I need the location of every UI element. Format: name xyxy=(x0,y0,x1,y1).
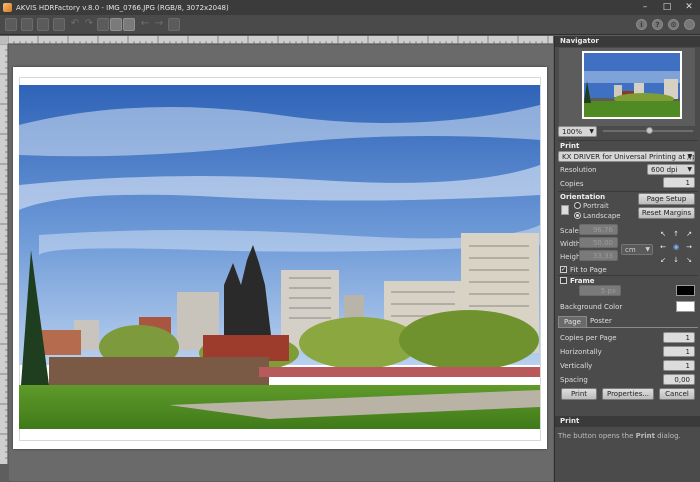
page-setup-button[interactable]: Page Setup xyxy=(638,193,695,205)
print-icon[interactable] xyxy=(37,18,49,31)
open-icon[interactable] xyxy=(5,18,17,31)
copies-label: Copies xyxy=(560,180,584,188)
height-field[interactable]: 33,33 xyxy=(579,250,618,261)
print-section-label: Print xyxy=(560,142,580,150)
align-top-left-icon[interactable]: ↖ xyxy=(659,230,667,238)
spacing-field[interactable]: 0,00 cm xyxy=(663,374,695,395)
forward-icon[interactable]: → xyxy=(153,18,165,31)
background-color-swatch[interactable] xyxy=(676,301,695,312)
resolution-dropdown[interactable]: 600 dpi ▼ xyxy=(647,164,695,175)
landscape-radio[interactable] xyxy=(574,212,581,219)
align-bottom-left-icon[interactable]: ↙ xyxy=(659,256,667,264)
preferences-icon[interactable] xyxy=(168,18,180,31)
window-title: AKVIS HDRFactory v.8.0 - IMG_0766.JPG (R… xyxy=(16,3,229,12)
tab-page[interactable]: Page xyxy=(558,316,587,327)
fit-to-page-label: Fit to Page xyxy=(570,266,607,274)
zoom-slider-knob[interactable] xyxy=(646,127,653,134)
user-icon[interactable] xyxy=(684,19,695,30)
divider xyxy=(558,275,698,276)
info-icon[interactable]: i xyxy=(636,19,647,30)
scale-label: Scale xyxy=(560,227,579,235)
printer-dropdown[interactable]: KX DRIVER for Universal Printing at //p.… xyxy=(558,151,695,162)
printer-name: KX DRIVER for Universal Printing at //p.… xyxy=(562,153,695,161)
landscape-label: Landscape xyxy=(583,212,621,220)
hint-header: Print xyxy=(555,416,700,427)
zoom-value: 100% xyxy=(562,128,583,136)
align-center-icon[interactable]: ◉ xyxy=(672,243,680,251)
portrait-label: Portrait xyxy=(583,202,609,210)
fit-to-page-checkbox[interactable]: ✓ xyxy=(560,266,567,273)
align-top-right-icon[interactable]: ↗ xyxy=(685,230,693,238)
print-mode-icon[interactable] xyxy=(123,18,135,31)
frame-color-swatch[interactable] xyxy=(676,285,695,296)
hint-text-bold: Print xyxy=(635,432,655,440)
batch-icon[interactable] xyxy=(53,18,65,31)
after-icon[interactable] xyxy=(110,18,122,31)
hint-text: The button opens the Print dialog. xyxy=(558,432,681,440)
vertically-label: Vertically xyxy=(560,362,593,370)
before-icon[interactable] xyxy=(97,18,109,31)
width-label: Width xyxy=(560,240,581,248)
spacing-label: Spacing xyxy=(560,376,588,384)
unit-dropdown[interactable]: cm ▼ xyxy=(621,244,653,255)
landscape-page-icon xyxy=(561,205,569,215)
frame-width-field[interactable]: 5 px xyxy=(579,285,621,296)
tab-poster[interactable]: Poster xyxy=(585,316,617,327)
chevron-down-icon: ▼ xyxy=(645,246,650,253)
navigator-thumbnail[interactable] xyxy=(582,51,682,119)
ruler-corner xyxy=(0,36,8,44)
unit-value: cm xyxy=(625,246,636,254)
properties-button[interactable]: Properties... xyxy=(602,388,654,400)
print-button[interactable]: Print xyxy=(561,388,597,400)
undo-icon[interactable]: ↶ xyxy=(69,18,81,31)
save-icon[interactable] xyxy=(21,18,33,31)
align-top-icon[interactable]: ↑ xyxy=(672,230,680,238)
scale-field[interactable]: 96,76 xyxy=(579,224,618,235)
frame-label: Frame xyxy=(570,277,595,285)
width-field[interactable]: 50,00 xyxy=(579,237,618,248)
divider xyxy=(558,140,698,141)
horizontally-label: Horizontally xyxy=(560,348,602,356)
back-icon[interactable]: ← xyxy=(139,18,151,31)
align-right-icon[interactable]: → xyxy=(685,243,693,251)
settings-panel: Navigator 100% ▼ Print KX DRIVER for Univ… xyxy=(554,36,700,482)
app-logo-icon xyxy=(3,3,12,12)
align-bottom-icon[interactable]: ↓ xyxy=(672,256,680,264)
frame-checkbox[interactable] xyxy=(560,277,567,284)
copies-per-page-label: Copies per Page xyxy=(560,334,617,342)
horizontally-field[interactable]: 1 xyxy=(663,346,695,357)
close-button[interactable]: ✕ xyxy=(678,0,700,15)
cancel-button[interactable]: Cancel xyxy=(659,388,695,400)
chevron-down-icon: ▼ xyxy=(687,153,692,160)
toolbar: ↶ ↷ ← → i ? ⚙ xyxy=(0,15,700,35)
maximize-button[interactable]: □ xyxy=(656,0,678,15)
zoom-dropdown[interactable]: 100% ▼ xyxy=(558,126,597,137)
align-bottom-right-icon[interactable]: ↘ xyxy=(685,256,693,264)
redo-icon[interactable]: ↷ xyxy=(83,18,95,31)
vertically-field[interactable]: 1 xyxy=(663,360,695,371)
orientation-label: Orientation xyxy=(560,193,606,201)
hint-text-part: The button opens the xyxy=(558,432,636,440)
chevron-down-icon: ▼ xyxy=(589,128,594,135)
reset-margins-button[interactable]: Reset Margins xyxy=(638,207,695,219)
navigator-box xyxy=(559,48,695,126)
hint-text-part: dialog. xyxy=(654,432,681,440)
vertical-ruler xyxy=(0,43,8,464)
title-bar: AKVIS HDRFactory v.8.0 - IMG_0766.JPG (R… xyxy=(0,0,700,15)
copies-field[interactable]: 1 xyxy=(663,177,695,188)
resolution-value: 600 dpi xyxy=(651,166,678,174)
portrait-radio[interactable] xyxy=(574,202,581,209)
preview-image xyxy=(19,85,540,429)
chevron-down-icon: ▼ xyxy=(687,166,692,173)
divider xyxy=(558,191,698,192)
align-left-icon[interactable]: ← xyxy=(659,243,667,251)
minimize-button[interactable]: – xyxy=(634,0,656,15)
copies-per-page-field[interactable]: 1 xyxy=(663,332,695,343)
settings-icon[interactable]: ⚙ xyxy=(668,19,679,30)
help-icon[interactable]: ? xyxy=(652,19,663,30)
background-color-label: Background Color xyxy=(560,303,623,311)
horizontal-ruler: /* ticks drawn below */ xyxy=(7,36,553,44)
resolution-label: Resolution xyxy=(560,166,597,174)
navigator-header: Navigator xyxy=(555,36,700,47)
